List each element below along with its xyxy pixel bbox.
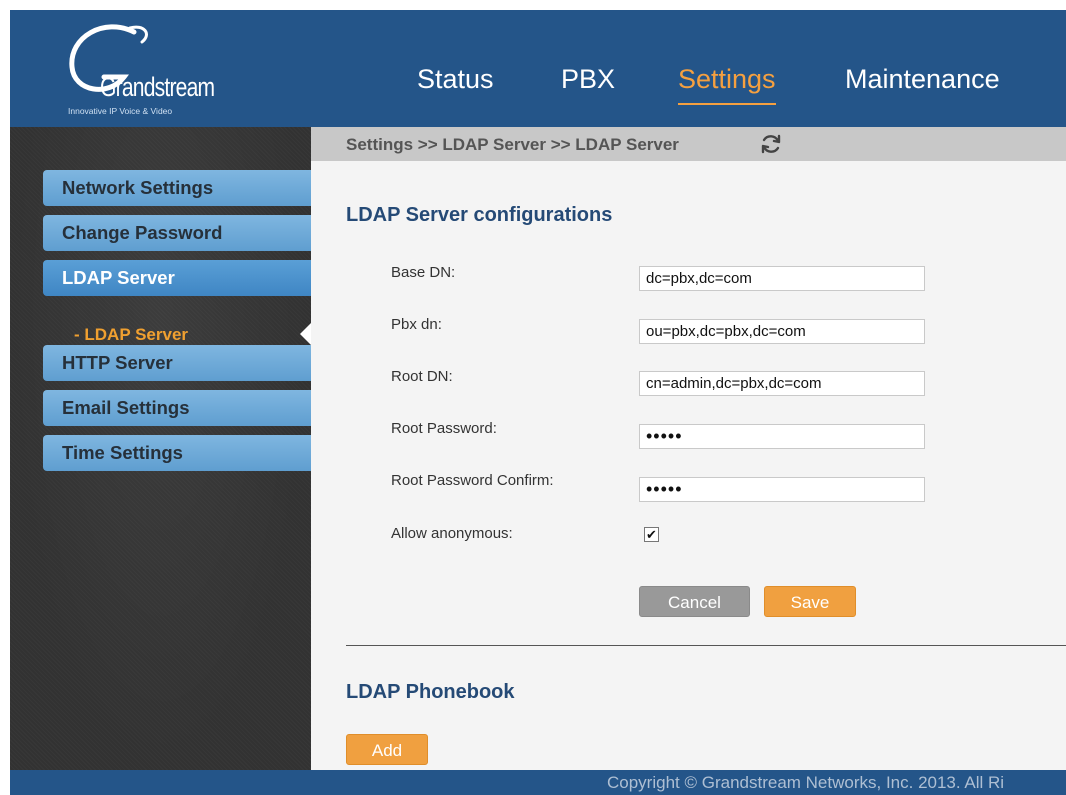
- logo-text: Grandstream: [100, 72, 215, 102]
- footer: Copyright © Grandstream Networks, Inc. 2…: [10, 770, 1066, 795]
- sidebar-item-change-password[interactable]: Change Password: [43, 215, 311, 251]
- save-button[interactable]: Save: [764, 586, 856, 617]
- add-phonebook-button[interactable]: Add: [346, 734, 428, 765]
- breadcrumb: Settings >> LDAP Server >> LDAP Server: [346, 135, 679, 154]
- copyright-text: Copyright © Grandstream Networks, Inc. 2…: [607, 773, 1005, 792]
- sidebar-item-ldap-server[interactable]: LDAP Server: [43, 260, 311, 296]
- sidebar-item-network-settings[interactable]: Network Settings: [43, 170, 311, 206]
- root-dn-input[interactable]: [639, 371, 925, 396]
- sidebar-subitem-ldap-server[interactable]: - LDAP Server: [74, 325, 188, 345]
- nav-status[interactable]: Status: [417, 64, 494, 95]
- cancel-button[interactable]: Cancel: [639, 586, 750, 617]
- section-divider: [346, 645, 1066, 646]
- base-dn-label: Base DN:: [391, 264, 456, 281]
- nav-maintenance[interactable]: Maintenance: [845, 64, 1000, 95]
- refresh-icon[interactable]: [759, 132, 783, 156]
- allow-anonymous-label: Allow anonymous:: [391, 525, 513, 542]
- nav-settings[interactable]: Settings: [678, 64, 776, 105]
- logo-tagline: Innovative IP Voice & Video: [68, 106, 173, 116]
- base-dn-input[interactable]: [639, 266, 925, 291]
- nav-pbx[interactable]: PBX: [561, 64, 615, 95]
- sidebar-item-time-settings[interactable]: Time Settings: [43, 435, 311, 471]
- root-password-input[interactable]: [639, 424, 925, 449]
- root-dn-label: Root DN:: [391, 368, 453, 385]
- sidebar: Network Settings Change Password LDAP Se…: [10, 127, 311, 770]
- root-password-confirm-label: Root Password Confirm:: [391, 472, 554, 489]
- root-password-label: Root Password:: [391, 420, 497, 437]
- sidebar-item-http-server[interactable]: HTTP Server: [43, 345, 311, 381]
- section-title-ldap-config: LDAP Server configurations: [346, 204, 613, 226]
- section-title-ldap-phonebook: LDAP Phonebook: [346, 681, 515, 703]
- main-content: LDAP Server configurations Base DN: Pbx …: [311, 161, 1066, 770]
- breadcrumb-bar: Settings >> LDAP Server >> LDAP Server: [311, 127, 1066, 161]
- active-pointer-arrow: [300, 323, 311, 345]
- sidebar-item-email-settings[interactable]: Email Settings: [43, 390, 311, 426]
- root-password-confirm-input[interactable]: [639, 477, 925, 502]
- pbx-dn-label: Pbx dn:: [391, 316, 442, 333]
- allow-anonymous-checkbox[interactable]: ✔: [644, 527, 659, 542]
- grandstream-logo[interactable]: Grandstream Innovative IP Voice & Video: [64, 22, 215, 116]
- header: Grandstream Innovative IP Voice & Video …: [10, 10, 1066, 127]
- pbx-dn-input[interactable]: [639, 319, 925, 344]
